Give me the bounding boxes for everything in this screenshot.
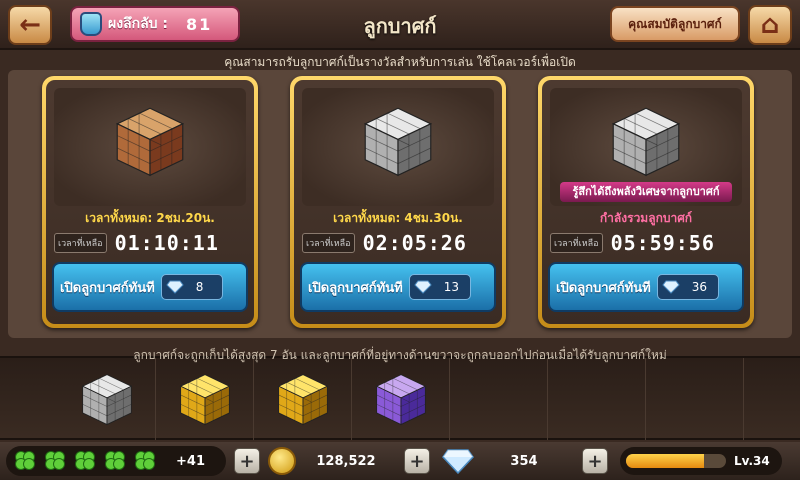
- stored-cube-icon: [78, 370, 136, 428]
- gem-cost-value: 13: [443, 280, 459, 294]
- card-subtitle: กำลังรวมลูกบาศก์: [599, 211, 693, 225]
- cube-art: [54, 88, 246, 206]
- open-now-button[interactable]: เปิดลูกบาศก์ทันที 13: [300, 262, 496, 312]
- countdown-timer: 01:10:11: [114, 231, 219, 255]
- gem-cost-value: 8: [195, 280, 204, 294]
- stored-cube-icon: [372, 370, 430, 428]
- time-remaining-tag: เวลาที่เหลือ: [550, 233, 603, 253]
- xp-fill: [626, 454, 704, 468]
- cube-card-inner: รู้สึกได้ถึงพลังวิเศษจากลูกบาศก์กำลังรวม…: [542, 80, 750, 324]
- gem-cost: 8: [160, 274, 223, 300]
- home-icon: ⌂: [760, 10, 780, 40]
- coin-count: 128,522: [316, 453, 376, 469]
- clover-display: +41: [6, 446, 226, 476]
- clover-icon: [135, 451, 155, 470]
- gem-cost: 36: [656, 274, 719, 300]
- gem-cost-value: 36: [691, 280, 707, 294]
- open-now-label: เปิดลูกบาศก์ทันที: [556, 280, 651, 296]
- card-subtitle: เวลาทั้งหมด: 2ชม.20น.: [85, 211, 215, 225]
- cube-art: รู้สึกได้ถึงพลังวิเศษจากลูกบาศก์: [550, 88, 742, 206]
- open-now-label: เปิดลูกบาศก์ทันที: [308, 280, 403, 296]
- cube-card-inner: เวลาทั้งหมด: 2ชม.20น. เวลาที่เหลือ 01:10:1…: [46, 80, 254, 324]
- countdown-timer: 02:05:26: [362, 231, 467, 255]
- card-subtitle: เวลาทั้งหมด: 4ชม.30น.: [333, 211, 463, 225]
- tray-slot[interactable]: [254, 358, 352, 440]
- cube-art: [302, 88, 494, 206]
- tray-slot: [450, 358, 548, 440]
- level-label: Lv.34: [734, 454, 770, 468]
- diamond-icon: [166, 280, 184, 294]
- clover-icon: [105, 451, 125, 470]
- cube-icon: [111, 102, 189, 180]
- time-remaining-tag: เวลาที่เหลือ: [302, 233, 355, 253]
- add-coin-button[interactable]: +: [404, 448, 430, 474]
- gem-cost: 13: [408, 274, 471, 300]
- stored-cube-icon: [176, 370, 234, 428]
- gem-count: 354: [510, 453, 538, 469]
- cube-properties-button[interactable]: คุณสมบัติลูกบาศก์: [610, 6, 740, 42]
- cube-card: เวลาทั้งหมด: 4ชม.30น. เวลาที่เหลือ 02:05:2…: [290, 76, 506, 328]
- add-gem-button[interactable]: +: [582, 448, 608, 474]
- level-display: Lv.34: [620, 447, 782, 475]
- clover-extra: +41: [176, 453, 205, 469]
- tray-slot[interactable]: [352, 358, 450, 440]
- countdown-timer: 05:59:56: [610, 231, 715, 255]
- tray-note: ลูกบาศก์จะถูกเก็บได้สูงสุด 7 อัน และลูกบ…: [133, 348, 667, 362]
- cube-icon: [607, 102, 685, 180]
- cube-storage-tray: [0, 356, 800, 440]
- tray-slot[interactable]: [156, 358, 254, 440]
- diamond-icon: [414, 280, 432, 294]
- add-clover-button[interactable]: +: [234, 448, 260, 474]
- open-now-button[interactable]: เปิดลูกบาศก์ทันที 8: [52, 262, 248, 312]
- home-button[interactable]: ⌂: [748, 5, 792, 45]
- stored-cube-icon: [274, 370, 332, 428]
- cube-card: รู้สึกได้ถึงพลังวิเศษจากลูกบาศก์กำลังรวม…: [538, 76, 754, 328]
- tray-slot: [548, 358, 646, 440]
- tray-slot[interactable]: [58, 358, 156, 440]
- info-text: คุณสามารถรับลูกบาศก์เป็นรางวัลสำหรับการเ…: [224, 55, 576, 69]
- coin-icon: [268, 447, 296, 475]
- status-bar: +41 + 128,522 + 354 + Lv.34: [0, 442, 800, 480]
- time-remaining-tag: เวลาที่เหลือ: [54, 233, 107, 253]
- xp-bar: [626, 454, 726, 468]
- diamond-icon: [662, 280, 680, 294]
- special-power-label: รู้สึกได้ถึงพลังวิเศษจากลูกบาศก์: [560, 182, 732, 202]
- timer-row: เวลาที่เหลือ 01:10:11: [54, 229, 246, 257]
- clover-icon: [45, 451, 65, 470]
- cube-card-inner: เวลาทั้งหมด: 4ชม.30น. เวลาที่เหลือ 02:05:2…: [294, 80, 502, 324]
- clover-icon: [15, 451, 35, 470]
- open-now-label: เปิดลูกบาศก์ทันที: [60, 280, 155, 296]
- cube-card: เวลาทั้งหมด: 2ชม.20น. เวลาที่เหลือ 01:10:1…: [42, 76, 258, 328]
- cube-icon: [359, 102, 437, 180]
- diamond-icon: [442, 449, 474, 474]
- timer-row: เวลาที่เหลือ 05:59:56: [550, 229, 742, 257]
- timer-row: เวลาที่เหลือ 02:05:26: [302, 229, 494, 257]
- clover-icon: [75, 451, 95, 470]
- tray-slot: [646, 358, 744, 440]
- open-now-button[interactable]: เปิดลูกบาศก์ทันที 36: [548, 262, 744, 312]
